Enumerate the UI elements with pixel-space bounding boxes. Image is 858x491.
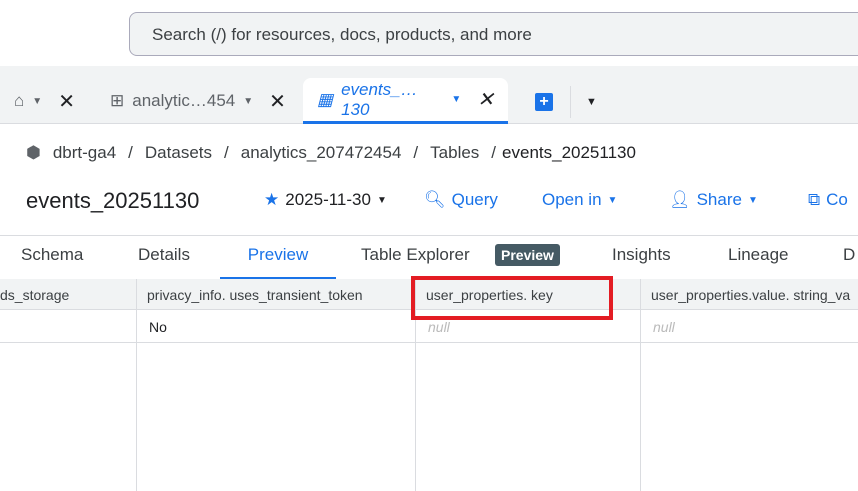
dataset-icon: ⊞ bbox=[110, 91, 125, 110]
date-selector[interactable]: ★ 2025-11-30 ▼ bbox=[264, 190, 387, 210]
close-icon[interactable]: ✕ bbox=[269, 89, 286, 114]
chevron-down-icon[interactable]: ▼ bbox=[32, 96, 42, 107]
tab-schema[interactable]: Schema bbox=[21, 245, 83, 265]
chevron-down-icon[interactable]: ▼ bbox=[243, 96, 253, 107]
tab-insights[interactable]: Insights bbox=[612, 245, 671, 265]
add-person-icon: 👤︎ bbox=[669, 190, 691, 209]
open-in-label: Open in bbox=[542, 190, 602, 209]
breadcrumb-tables[interactable]: Tables bbox=[430, 143, 479, 163]
tab-label: events_… 130 bbox=[341, 79, 418, 119]
breadcrumb-datasets[interactable]: Datasets bbox=[145, 143, 212, 163]
column-header[interactable]: privacy_info. uses_transient_token bbox=[137, 279, 416, 310]
table-cell: No bbox=[137, 310, 416, 343]
add-tab-button[interactable]: + bbox=[535, 93, 553, 111]
column-body bbox=[137, 343, 416, 491]
column-header[interactable]: user_properties.value. string_va bbox=[641, 279, 858, 310]
table-cell bbox=[0, 310, 137, 343]
project-icon: ⬢ bbox=[26, 143, 41, 162]
breadcrumb-project[interactable]: dbrt-ga4 bbox=[53, 143, 116, 163]
breadcrumb: ⬢ dbrt-ga4/ Datasets / analytics_20747245… bbox=[26, 143, 636, 163]
more-tabs-icon[interactable]: ▼ bbox=[586, 96, 597, 108]
chevron-down-icon: ▼ bbox=[376, 194, 387, 206]
breadcrumb-dataset[interactable]: analytics_207472454 bbox=[241, 143, 402, 163]
breadcrumb-table: events_20251130 bbox=[502, 143, 636, 162]
column-header[interactable]: ds_storage bbox=[0, 279, 137, 310]
search-input[interactable]: Search (/) for resources, docs, products… bbox=[129, 12, 858, 56]
close-icon[interactable]: ✕ bbox=[58, 89, 75, 114]
query-button[interactable]: 🔍︎ Query bbox=[424, 190, 498, 210]
open-in-button[interactable]: Open in ▼ bbox=[542, 190, 617, 210]
tab-more[interactable]: D bbox=[843, 245, 855, 265]
highlight-box bbox=[411, 276, 613, 320]
column-body bbox=[416, 343, 641, 491]
tab-lineage[interactable]: Lineage bbox=[728, 245, 789, 265]
preview-badge: Preview bbox=[495, 244, 560, 266]
tab-bar: ⌂ ▼ ✕ ⊞ analytic…454 ▼ ✕ ▦ events_… 130 ▼ ✕ + ▼ bbox=[0, 66, 858, 124]
page-title: events_20251130 bbox=[26, 188, 200, 213]
tab-label: analytic…454 bbox=[132, 91, 236, 110]
share-button[interactable]: 👤︎ Share ▼ bbox=[669, 190, 758, 210]
column-body bbox=[0, 343, 137, 491]
chevron-down-icon: ▼ bbox=[747, 194, 758, 206]
chevron-down-icon[interactable]: ▼ bbox=[451, 94, 461, 105]
detail-tabs: Schema Details Preview Table Explorer Pr… bbox=[0, 235, 858, 280]
search-icon: 🔍︎ bbox=[424, 190, 446, 209]
close-icon[interactable]: ✕ bbox=[477, 87, 494, 112]
tab-home[interactable]: ⌂ ▼ ✕ bbox=[14, 78, 75, 124]
divider bbox=[570, 86, 571, 118]
tab-details[interactable]: Details bbox=[138, 245, 190, 265]
home-icon: ⌂ bbox=[14, 91, 25, 110]
tab-preview[interactable]: Preview bbox=[220, 245, 336, 280]
tab-dataset[interactable]: ⊞ analytic…454 ▼ ✕ bbox=[110, 78, 286, 124]
tab-table-explorer[interactable]: Table Explorer bbox=[361, 245, 470, 265]
table-icon: ▦ bbox=[317, 89, 334, 109]
table-cell: null bbox=[641, 310, 858, 343]
tab-events[interactable]: ▦ events_… 130 ▼ ✕ bbox=[303, 78, 508, 124]
date-label: 2025-11-30 bbox=[285, 190, 371, 209]
chevron-down-icon: ▼ bbox=[607, 194, 618, 206]
query-label: Query bbox=[451, 190, 498, 209]
copy-label: Co bbox=[826, 190, 848, 209]
copy-icon: ⧉ bbox=[808, 190, 821, 209]
copy-button[interactable]: ⧉ Co bbox=[808, 190, 848, 210]
share-label: Share bbox=[696, 190, 742, 209]
star-icon: ★ bbox=[264, 190, 280, 209]
